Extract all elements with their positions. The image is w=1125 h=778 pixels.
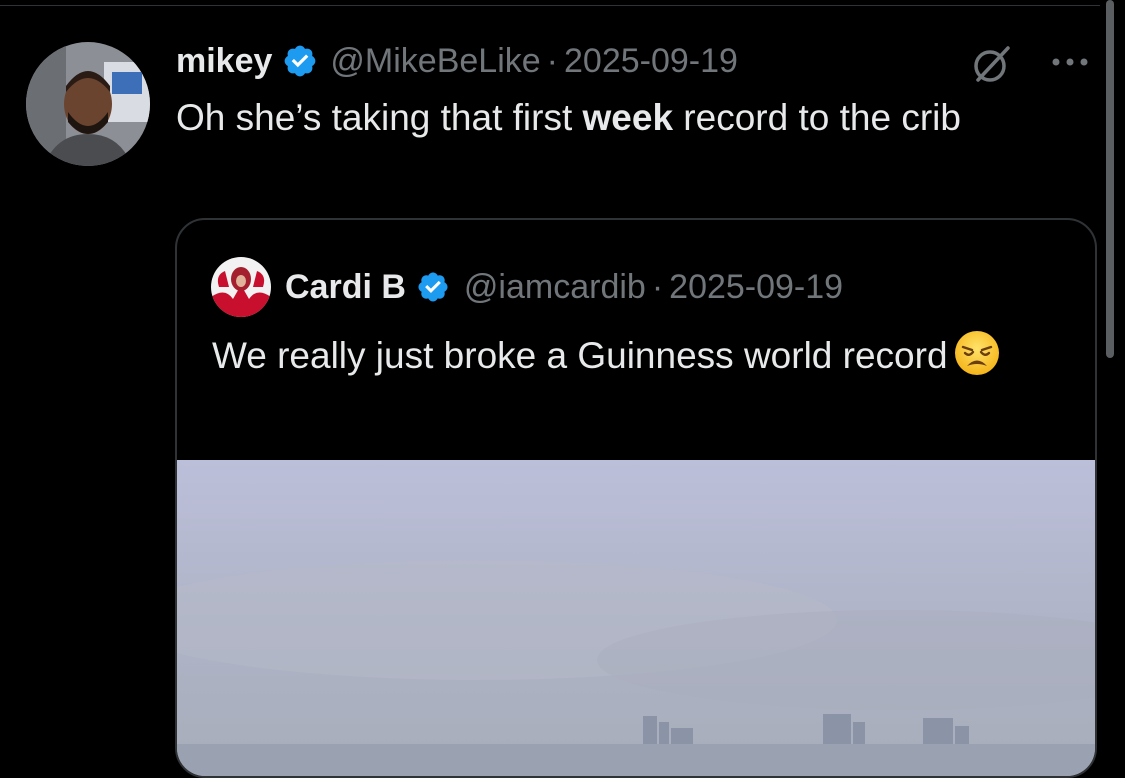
author-avatar[interactable]: [26, 42, 150, 166]
quoted-post-text: We really just broke a Guinness world re…: [212, 328, 1072, 383]
grok-icon[interactable]: [968, 42, 1014, 88]
post-text-part: Oh she’s taking that first: [176, 97, 583, 138]
quoted-author-display-name[interactable]: Cardi B: [285, 268, 406, 307]
post-text-bold: week: [582, 97, 674, 138]
post-text-part: record to the crib: [673, 97, 961, 138]
quoted-post-header: Cardi B @iamcardib · 2025-09-19: [211, 257, 843, 317]
post-header: mikey @MikeBeLike · 2025-09-19: [176, 38, 738, 84]
verified-badge-icon: [282, 43, 318, 79]
scrollbar[interactable]: [1106, 0, 1114, 358]
quoted-post-date[interactable]: 2025-09-19: [669, 268, 843, 307]
author-handle[interactable]: @MikeBeLike: [330, 42, 540, 81]
verified-badge-icon: [416, 270, 450, 304]
quoted-post-media[interactable]: [177, 460, 1095, 776]
post-text: Oh she’s taking that first week record t…: [176, 90, 1076, 145]
quoted-post-text-content: We really just broke a Guinness world re…: [212, 335, 948, 376]
top-divider: [0, 5, 1100, 6]
quoted-author-avatar[interactable]: [211, 257, 271, 317]
weary-face-emoji-icon: [954, 330, 1000, 376]
post-date[interactable]: 2025-09-19: [564, 42, 738, 81]
separator-dot: ·: [546, 41, 558, 80]
quoted-author-handle[interactable]: @iamcardib: [464, 268, 646, 307]
author-display-name[interactable]: mikey: [176, 42, 272, 81]
quoted-post-card[interactable]: Cardi B @iamcardib · 2025-09-19 We reall…: [175, 218, 1097, 778]
more-options-icon[interactable]: [1046, 44, 1094, 80]
separator-dot: ·: [651, 267, 664, 306]
